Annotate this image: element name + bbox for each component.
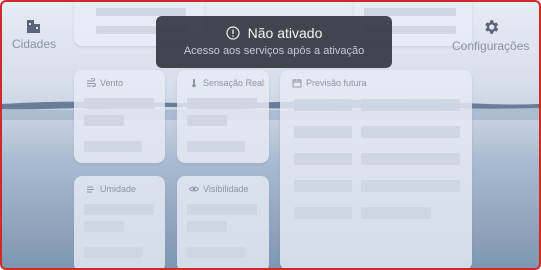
- not-activated-toast: Não ativado Acesso aos serviços após a a…: [156, 16, 392, 68]
- skeleton-line: [84, 221, 124, 232]
- skeleton-line: [84, 98, 154, 109]
- toast-header: Não ativado: [156, 25, 392, 41]
- skeleton-line: [361, 99, 460, 111]
- gear-icon: [484, 20, 498, 34]
- skeleton-line: [187, 141, 245, 152]
- skeleton-line: [294, 126, 352, 138]
- toast-title: Não ativado: [247, 25, 323, 41]
- skeleton-line: [294, 207, 352, 219]
- wind-card-title: Vento: [86, 78, 123, 88]
- skeleton-line: [187, 115, 227, 126]
- visibility-title-text: Visibilidade: [203, 184, 249, 194]
- visibility-card-title: Visibilidade: [189, 184, 248, 194]
- forecast-card: Previsão futura: [280, 70, 472, 268]
- humidity-card: Umidade: [74, 176, 165, 268]
- settings-label: Configurações: [452, 39, 530, 53]
- feels-like-card: Sensação Real: [177, 70, 269, 163]
- settings-button[interactable]: Configurações: [452, 18, 529, 53]
- skeleton-line: [294, 153, 352, 165]
- humidity-icon: [87, 186, 94, 193]
- skeleton-line: [84, 247, 142, 258]
- forecast-card-title: Previsão futura: [292, 78, 367, 88]
- wind-title-text: Vento: [100, 78, 124, 88]
- weather-app-window: Cidades Configurações Vento Sensação Rea…: [0, 0, 541, 270]
- thermometer-icon: [192, 79, 196, 88]
- humidity-title-text: Umidade: [100, 184, 137, 194]
- wind-icon: [87, 78, 96, 87]
- cities-button[interactable]: Cidades: [12, 18, 56, 51]
- calendar-icon: [292, 79, 302, 88]
- skeleton-line: [364, 8, 456, 16]
- forecast-title-text: Previsão futura: [306, 78, 367, 88]
- skeleton-line: [84, 141, 142, 152]
- skeleton-line: [294, 99, 352, 111]
- humidity-card-title: Umidade: [86, 184, 136, 194]
- skeleton-line: [361, 153, 460, 165]
- visibility-card: Visibilidade: [177, 176, 269, 268]
- skeleton-line: [187, 204, 257, 215]
- skeleton-line: [294, 180, 352, 192]
- skeleton-line: [361, 126, 460, 138]
- info-circle-icon: [226, 26, 240, 40]
- skeleton-line: [187, 98, 257, 109]
- feels-like-card-title: Sensação Real: [189, 78, 264, 88]
- skeleton-line: [187, 247, 245, 258]
- feels-like-title-text: Sensação Real: [203, 78, 265, 88]
- skeleton-line: [84, 115, 124, 126]
- wind-card: Vento: [74, 70, 165, 163]
- toast-message: Acesso aos serviços após a ativação: [183, 45, 365, 57]
- skeleton-line: [96, 8, 186, 16]
- skeleton-line: [84, 204, 154, 215]
- eye-icon: [189, 186, 199, 192]
- cities-label: Cidades: [12, 37, 57, 51]
- skeleton-line: [187, 221, 227, 232]
- city-icon: [27, 20, 41, 33]
- skeleton-line: [361, 180, 460, 192]
- skeleton-line: [361, 207, 431, 219]
